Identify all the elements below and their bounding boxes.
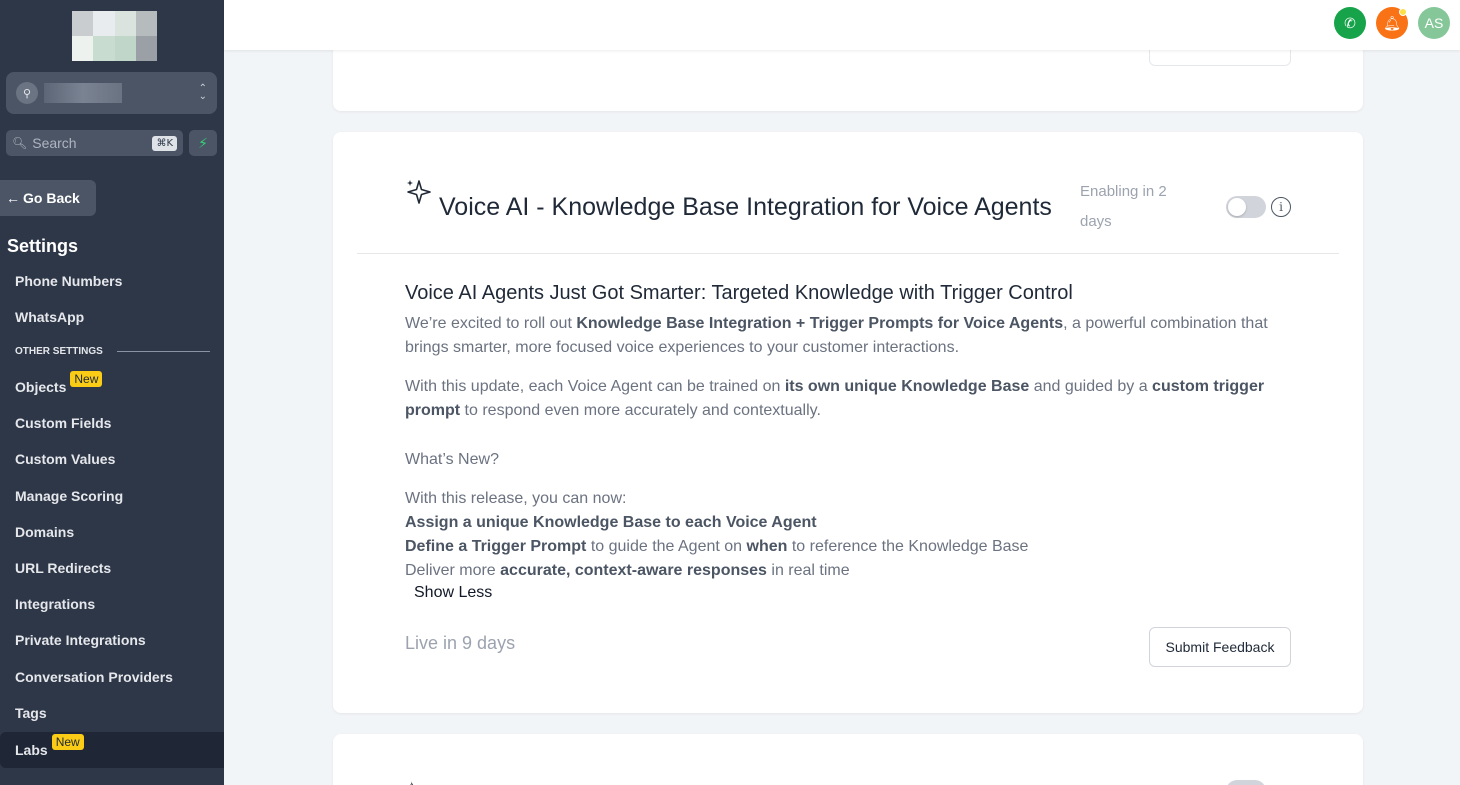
sidebar-item-label: Domains <box>15 524 75 540</box>
list-item: Assign a unique Knowledge Base to each V… <box>405 514 817 531</box>
chevron-updown-icon: ⌃ ⌄ <box>198 83 207 102</box>
toggle-knob <box>1228 198 1246 216</box>
account-name-redacted <box>44 83 122 103</box>
company-logo[interactable] <box>72 11 157 61</box>
update-paragraph: With this update, each Voice Agent can b… <box>405 378 1265 419</box>
sidebar-item-phone-numbers[interactable]: Phone Numbers <box>0 265 224 297</box>
feature-toggle[interactable] <box>1226 196 1266 218</box>
quick-actions-button[interactable]: ⚡︎ <box>189 130 217 156</box>
sidebar-item-url-redirects[interactable]: URL Redirects <box>0 552 224 584</box>
location-icon: ⚲ <box>16 82 38 104</box>
sidebar-item-label: Tags <box>15 705 47 721</box>
lightning-icon: ⚡︎ <box>198 134 208 151</box>
phone-button[interactable]: ✆ <box>1334 7 1366 39</box>
sidebar-item-domains[interactable]: Domains <box>0 516 224 548</box>
intro-paragraph: We’re excited to roll out Knowledge Base… <box>405 315 1268 356</box>
sidebar-item-integrations[interactable]: Integrations <box>0 588 224 620</box>
feature-toggle-next[interactable] <box>1226 780 1266 785</box>
lab-feature-card-next: ✧ <box>333 734 1363 785</box>
sidebar-item-label: URL Redirects <box>15 560 112 576</box>
top-bar: ✆ 🔔︎ AS <box>224 0 1460 50</box>
notifications-button[interactable]: 🔔︎ <box>1376 7 1408 39</box>
go-back-label: Go Back <box>23 190 80 206</box>
go-back-button[interactable]: ← Go Back <box>0 180 96 216</box>
info-icon[interactable]: i <box>1271 197 1291 217</box>
sidebar-item-label: Manage Scoring <box>15 488 124 504</box>
card-divider <box>357 253 1339 254</box>
sidebar-item-label: Custom Fields <box>15 415 112 431</box>
sparkle-icon: ✧ <box>405 778 418 785</box>
section-label-text: OTHER SETTINGS <box>15 346 103 357</box>
sparkle-icon <box>407 180 431 204</box>
other-settings-section-label: OTHER SETTINGS <box>15 346 210 357</box>
sidebar-item-manage-scoring[interactable]: Manage Scoring <box>0 480 224 512</box>
lab-feature-card: Voice AI - Knowledge Base Integration fo… <box>333 132 1363 713</box>
section-divider <box>116 351 210 352</box>
avatar-initials: AS <box>1424 15 1444 31</box>
list-item: Deliver more accurate, context-aware res… <box>405 562 850 579</box>
sidebar-item-label: Objects <box>15 379 67 395</box>
sidebar-item-label: Integrations <box>15 596 96 612</box>
submit-feedback-button[interactable]: Submit Feedback <box>1149 627 1291 667</box>
sidebar-item-custom-fields[interactable]: Custom Fields <box>0 407 224 439</box>
show-less-link[interactable]: Show Less <box>414 584 492 602</box>
sidebar-item-objects[interactable]: Objects New <box>0 371 224 403</box>
release-intro: With this release, you can now: <box>405 490 627 507</box>
sidebar-item-label: WhatsApp <box>15 309 85 325</box>
sidebar-item-tags[interactable]: Tags <box>0 697 224 729</box>
sidebar: ⚲ ⌃ ⌄ 🔍︎ Search ⌘K ⚡︎ ← Go Back Settings … <box>0 0 224 785</box>
feature-headline: Voice AI Agents Just Got Smarter: Target… <box>405 282 1073 304</box>
sidebar-item-label: Labs <box>15 742 48 758</box>
sidebar-item-label: Private Integrations <box>15 632 146 648</box>
search-icon: 🔍︎ <box>12 136 28 150</box>
sidebar-item-label: Conversation Providers <box>15 669 173 685</box>
user-avatar[interactable]: AS <box>1418 7 1450 39</box>
sidebar-item-whatsapp[interactable]: WhatsApp <box>0 301 224 333</box>
new-badge: New <box>70 371 103 387</box>
sidebar-item-label: Phone Numbers <box>15 273 123 289</box>
live-status: Live in 9 days <box>405 633 516 653</box>
whats-new-heading: What’s New? <box>405 451 499 468</box>
list-item: Define a Trigger Prompt to guide the Age… <box>405 538 1029 555</box>
sidebar-item-label: Custom Values <box>15 451 116 467</box>
search-placeholder: Search <box>32 135 77 151</box>
search-input[interactable]: 🔍︎ Search ⌘K <box>6 130 183 156</box>
feature-title: Voice AI - Knowledge Base Integration fo… <box>439 193 1052 221</box>
settings-heading: Settings <box>7 236 79 256</box>
sidebar-item-labs[interactable]: Labs New <box>0 732 224 768</box>
notification-dot <box>1399 8 1407 16</box>
new-badge: New <box>51 734 84 750</box>
search-shortcut: ⌘K <box>152 135 177 151</box>
account-switcher[interactable]: ⚲ ⌃ ⌄ <box>6 72 217 114</box>
sidebar-item-private-integrations[interactable]: Private Integrations <box>0 624 224 656</box>
arrow-left-icon: ← <box>6 190 20 206</box>
sidebar-item-custom-values[interactable]: Custom Values <box>0 443 224 475</box>
phone-icon: ✆ <box>1344 14 1356 31</box>
bell-icon: 🔔︎ <box>1383 14 1401 31</box>
enabling-status: Enabling in 2 days <box>1080 183 1167 230</box>
sidebar-item-conversation-providers[interactable]: Conversation Providers <box>0 661 224 693</box>
